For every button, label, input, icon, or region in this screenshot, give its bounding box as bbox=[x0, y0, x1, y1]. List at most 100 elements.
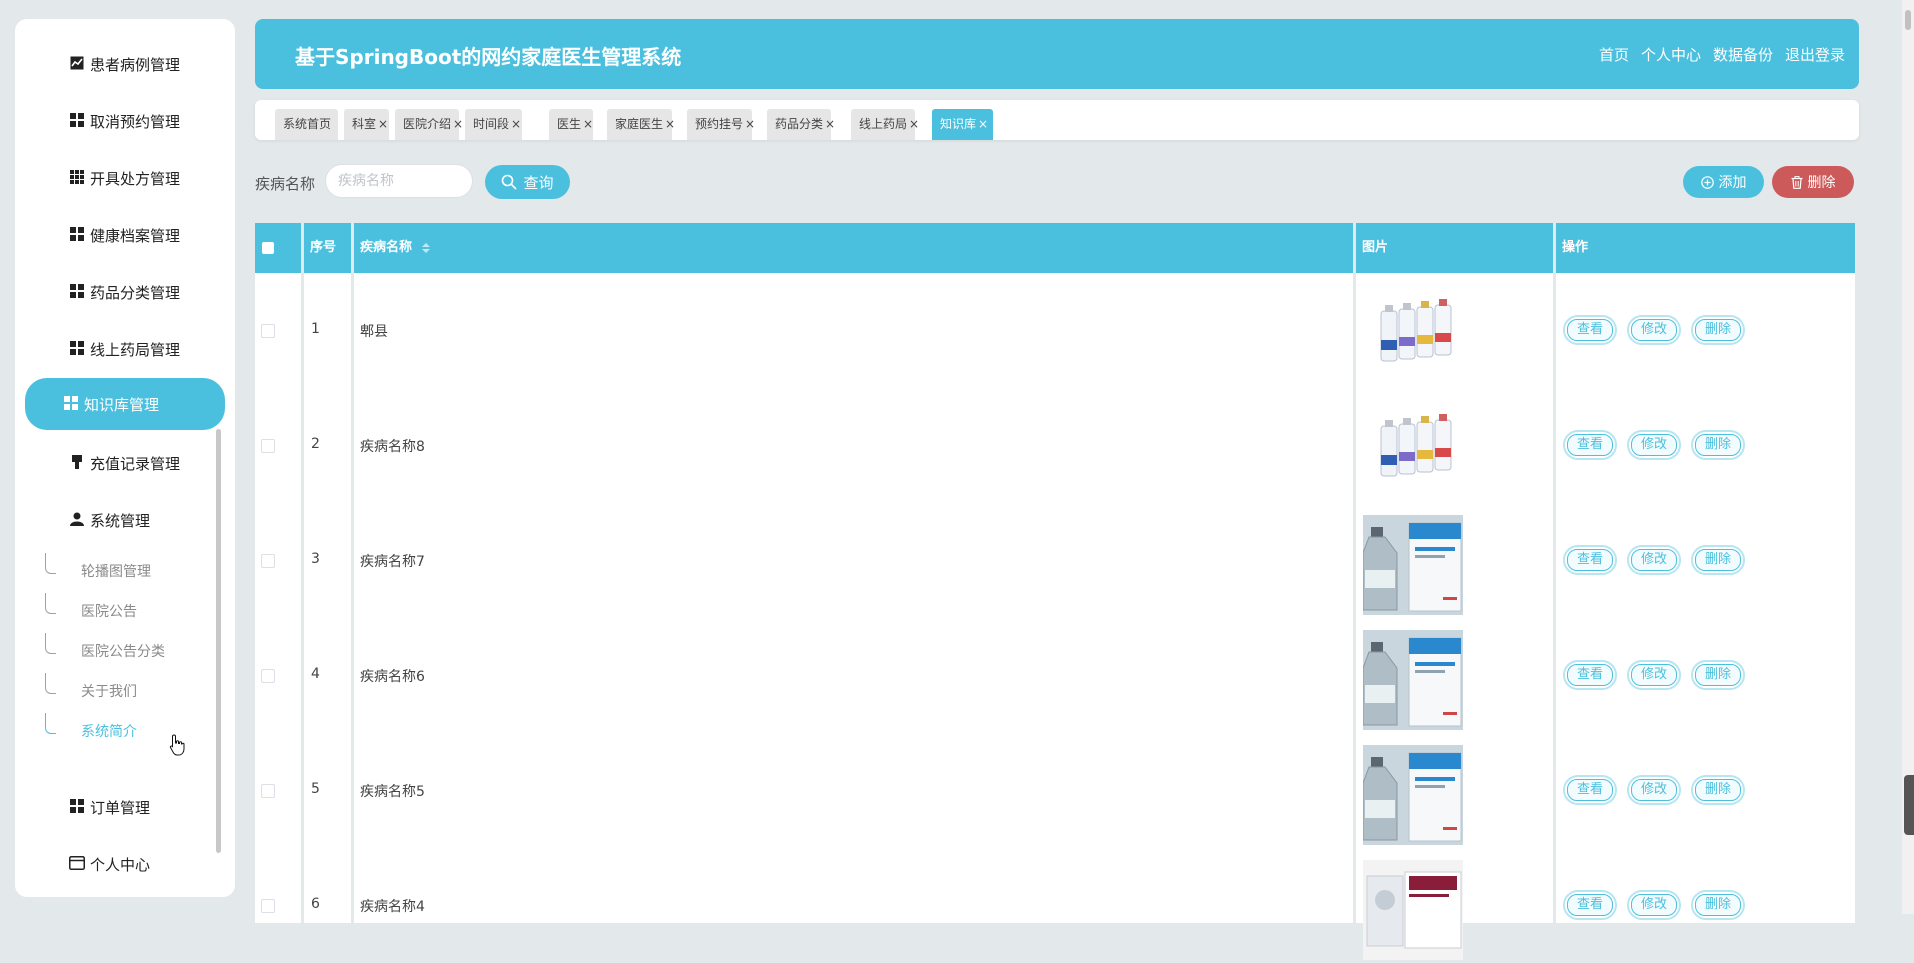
nav-home-link[interactable]: 首页 bbox=[1599, 44, 1629, 65]
select-all-checkbox[interactable] bbox=[262, 242, 274, 254]
pill-box-image bbox=[1363, 860, 1463, 960]
close-icon[interactable]: × bbox=[378, 117, 388, 131]
nav-personal-center-link[interactable]: 个人中心 bbox=[1641, 44, 1701, 65]
tab-appointment[interactable]: 预约挂号 × bbox=[687, 109, 755, 140]
row-operations: 查看 修改 删除 bbox=[1563, 775, 1745, 805]
row-disease-name: 疾病名称8 bbox=[360, 439, 425, 455]
tab-time-slot[interactable]: 时间段 × bbox=[465, 109, 522, 140]
sidebar-item-patient-cases[interactable]: 患者病例管理 bbox=[25, 38, 225, 90]
sort-icon[interactable] bbox=[421, 242, 430, 253]
sidebar-item-label: 取消预约管理 bbox=[90, 112, 181, 131]
row-checkbox[interactable] bbox=[261, 899, 275, 913]
delete-button[interactable]: 删除 bbox=[1691, 775, 1745, 805]
query-button[interactable]: 查询 bbox=[485, 165, 570, 199]
close-icon[interactable]: × bbox=[978, 117, 988, 131]
sidebar-item-orders[interactable]: 订单管理 bbox=[25, 781, 225, 833]
sidebar-subitem-about-us[interactable]: 关于我们 bbox=[15, 673, 225, 715]
row-disease-name: 疾病名称5 bbox=[360, 784, 425, 800]
sidebar-subitem-label: 轮播图管理 bbox=[81, 564, 151, 580]
row-disease-name: 疾病名称6 bbox=[360, 669, 425, 685]
row-checkbox[interactable] bbox=[261, 554, 275, 568]
row-checkbox[interactable] bbox=[261, 784, 275, 798]
tab-knowledge-base[interactable]: 知识库 × bbox=[932, 109, 993, 140]
sidebar-item-label: 知识库管理 bbox=[84, 395, 160, 414]
delete-button[interactable]: 删除 bbox=[1691, 315, 1745, 345]
view-button[interactable]: 查看 bbox=[1563, 890, 1617, 920]
vials-image bbox=[1380, 414, 1452, 477]
sidebar-subitem-notice-category[interactable]: 医院公告分类 bbox=[15, 633, 225, 675]
tab-system-home[interactable]: 系统首页 bbox=[275, 109, 338, 140]
sidebar-scrollbar[interactable] bbox=[216, 429, 221, 853]
sidebar-item-system-management[interactable]: 系统管理 bbox=[25, 494, 225, 546]
edit-button[interactable]: 修改 bbox=[1627, 545, 1681, 575]
sidebar-item-online-pharmacy[interactable]: 线上药局管理 bbox=[25, 323, 225, 375]
add-button[interactable]: 添加 bbox=[1683, 166, 1764, 198]
trash-icon bbox=[1791, 175, 1802, 189]
sidebar-item-personal-center[interactable]: 个人中心 bbox=[25, 838, 225, 890]
row-checkbox[interactable] bbox=[261, 324, 275, 338]
delete-button[interactable]: 删除 bbox=[1691, 545, 1745, 575]
column-header-index: 序号 bbox=[310, 240, 337, 255]
grid-icon bbox=[69, 340, 85, 356]
close-icon[interactable]: × bbox=[453, 117, 463, 131]
close-icon[interactable]: × bbox=[825, 117, 835, 131]
close-icon[interactable]: × bbox=[745, 117, 755, 131]
scrollbar-thumb[interactable] bbox=[1905, 10, 1911, 30]
delete-button-label: 删除 bbox=[1695, 434, 1741, 456]
batch-delete-button[interactable]: 删除 bbox=[1772, 166, 1854, 198]
close-icon[interactable]: × bbox=[665, 117, 675, 131]
delete-button-label: 删除 bbox=[1695, 664, 1741, 686]
floating-side-widget[interactable] bbox=[1904, 775, 1914, 835]
table-header: 序号 疾病名称 图片 操作 bbox=[255, 223, 1855, 273]
sidebar-item-cancel-appointments[interactable]: 取消预约管理 bbox=[25, 95, 225, 147]
sidebar-item-knowledge-base[interactable]: 知识库管理 bbox=[25, 378, 225, 430]
delete-button[interactable]: 删除 bbox=[1691, 430, 1745, 460]
tab-label: 线上药局 bbox=[859, 117, 908, 131]
column-header-name[interactable]: 疾病名称 bbox=[353, 223, 430, 273]
sidebar-item-prescriptions[interactable]: 开具处方管理 bbox=[25, 152, 225, 204]
delete-button[interactable]: 删除 bbox=[1691, 660, 1745, 690]
tab-family-doctor[interactable]: 家庭医生 × bbox=[607, 109, 675, 140]
delete-button-label: 删除 bbox=[1695, 894, 1741, 916]
view-button[interactable]: 查看 bbox=[1563, 430, 1617, 460]
tab-doctor[interactable]: 医生 × bbox=[549, 109, 593, 140]
sidebar-item-drug-categories[interactable]: 药品分类管理 bbox=[25, 266, 225, 318]
tree-line bbox=[45, 593, 56, 614]
edit-button[interactable]: 修改 bbox=[1627, 890, 1681, 920]
sidebar-item-recharge-records[interactable]: 充值记录管理 bbox=[25, 437, 225, 489]
sidebar-subitem-hospital-notice[interactable]: 医院公告 bbox=[15, 593, 225, 635]
row-checkbox[interactable] bbox=[261, 439, 275, 453]
sidebar-item-health-records[interactable]: 健康档案管理 bbox=[25, 209, 225, 261]
edit-button[interactable]: 修改 bbox=[1627, 775, 1681, 805]
row-operations: 查看 修改 删除 bbox=[1563, 430, 1745, 460]
sidebar-item-label: 药品分类管理 bbox=[90, 283, 181, 302]
tab-department[interactable]: 科室 × bbox=[344, 109, 389, 140]
close-icon[interactable]: × bbox=[511, 117, 521, 131]
nav-logout-link[interactable]: 退出登录 bbox=[1785, 44, 1845, 65]
close-icon[interactable]: × bbox=[909, 117, 919, 131]
edit-button[interactable]: 修改 bbox=[1627, 430, 1681, 460]
edit-button[interactable]: 修改 bbox=[1627, 315, 1681, 345]
table-row: 6 疾病名称4 查看 修改 删除 bbox=[255, 848, 1855, 963]
sidebar-subitem-carousel[interactable]: 轮播图管理 bbox=[15, 553, 225, 595]
view-button[interactable]: 查看 bbox=[1563, 545, 1617, 575]
tab-drug-category[interactable]: 药品分类 × bbox=[767, 109, 835, 140]
nav-data-backup-link[interactable]: 数据备份 bbox=[1713, 44, 1773, 65]
edit-button[interactable]: 修改 bbox=[1627, 660, 1681, 690]
delete-button-label: 删除 bbox=[1807, 175, 1836, 191]
close-icon[interactable]: × bbox=[583, 117, 593, 131]
view-button[interactable]: 查看 bbox=[1563, 315, 1617, 345]
bottle-box-image bbox=[1363, 745, 1463, 845]
view-button[interactable]: 查看 bbox=[1563, 660, 1617, 690]
tab-online-pharmacy[interactable]: 线上药局 × bbox=[851, 109, 919, 140]
tab-hospital-intro[interactable]: 医院介绍 × bbox=[395, 109, 463, 140]
row-disease-name: 疾病名称7 bbox=[360, 554, 425, 570]
sidebar-subitem-label: 医院公告分类 bbox=[81, 644, 165, 660]
sidebar-subitem-system-intro[interactable]: 系统简介 bbox=[15, 713, 225, 755]
sidebar-item-label: 线上药局管理 bbox=[90, 340, 181, 359]
view-button[interactable]: 查看 bbox=[1563, 775, 1617, 805]
delete-button[interactable]: 删除 bbox=[1691, 890, 1745, 920]
table-row: 2 疾病名称8 查看 修改 删除 bbox=[255, 388, 1855, 503]
search-input[interactable] bbox=[325, 164, 473, 198]
row-checkbox[interactable] bbox=[261, 669, 275, 683]
